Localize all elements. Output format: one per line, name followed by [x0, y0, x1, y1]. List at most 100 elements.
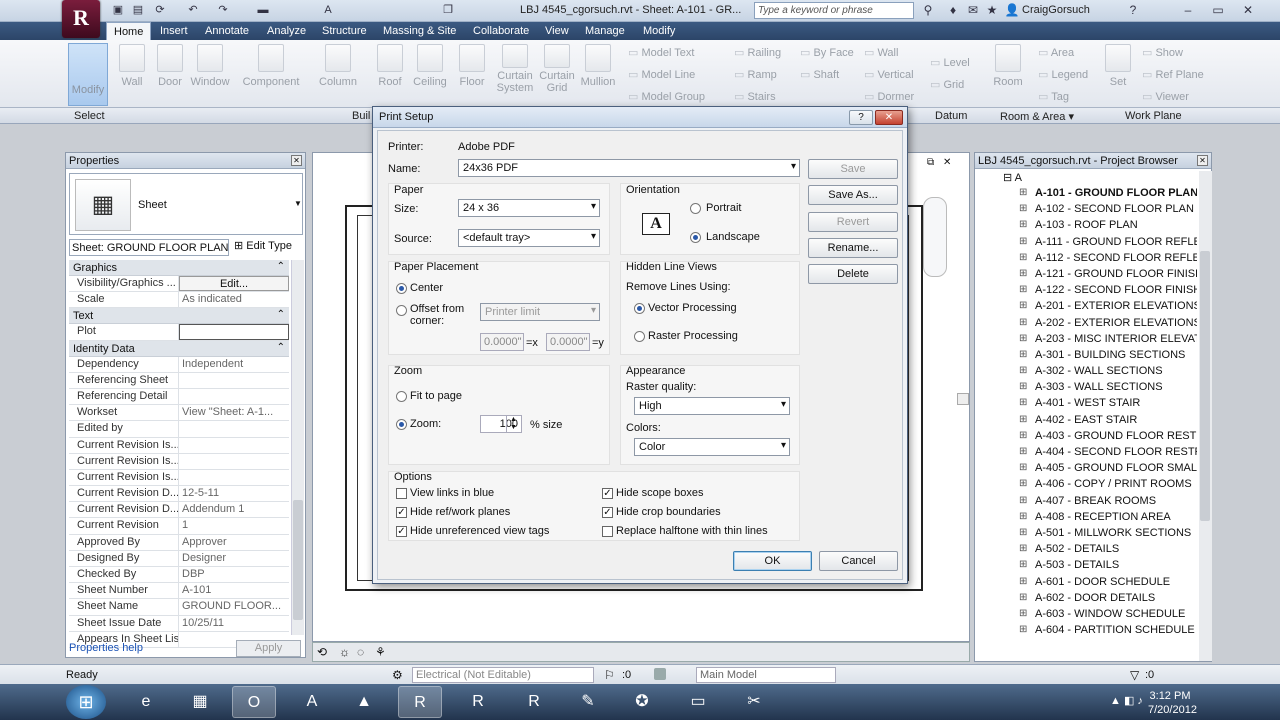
panel-select[interactable]: Select	[74, 110, 105, 122]
revit-structure-icon[interactable]: R	[456, 686, 500, 718]
property-value[interactable]	[179, 421, 289, 436]
property-value[interactable]: 12-5-11	[179, 486, 289, 501]
property-row[interactable]: Sheet Name GROUND FLOOR...	[69, 599, 289, 616]
property-value[interactable]	[179, 373, 289, 388]
editing-requests-icon[interactable]: ⚐	[604, 668, 615, 682]
grid-button[interactable]: Grid	[930, 78, 964, 91]
property-row[interactable]: Sheet Number A-101	[69, 583, 289, 600]
property-row[interactable]: Plot	[69, 324, 289, 341]
dialog-close-button[interactable]: ✕	[875, 110, 903, 125]
curtain-grid-button[interactable]: Curtain Grid	[536, 44, 578, 94]
option-label[interactable]: Hide scope boxes	[616, 487, 703, 499]
property-value[interactable]	[179, 324, 289, 340]
panel-work-plane[interactable]: Work Plane	[1125, 110, 1182, 122]
property-row[interactable]: Referencing Sheet	[69, 372, 289, 389]
properties-scrollbar[interactable]	[291, 260, 304, 635]
view-control-bar[interactable]: ⟲ ☼ ◌ ⚘	[312, 642, 970, 662]
system-tray[interactable]: ▲ ◧ ♪	[1110, 694, 1143, 707]
group-graphics[interactable]: Graphics	[69, 260, 289, 276]
option-checkbox[interactable]	[396, 488, 407, 499]
panel-build[interactable]: Buil	[352, 110, 370, 122]
tab-modify[interactable]: Modify	[636, 22, 682, 40]
sheet-list-item[interactable]: A-604 - PARTITION SCHEDULE	[975, 624, 1197, 640]
active-workset-dropdown[interactable]: Electrical (Not Editable)	[412, 667, 594, 683]
viewer-button[interactable]: Viewer	[1142, 90, 1188, 103]
option-label[interactable]: Replace halftone with thin lines	[616, 525, 768, 537]
property-value[interactable]: 10/25/11	[179, 616, 289, 631]
dialog-title-bar[interactable]: Print Setup ? ✕	[373, 107, 907, 128]
property-value[interactable]: Edit...	[179, 276, 289, 292]
raster-quality-dropdown[interactable]: High	[634, 397, 790, 415]
chevron-down-icon[interactable]: ▼	[294, 199, 302, 208]
sheet-list-item[interactable]: A-303 - WALL SECTIONS	[975, 381, 1197, 397]
zoom-radio[interactable]	[396, 419, 407, 430]
sheet-list-item[interactable]: A-407 - BREAK ROOMS	[975, 495, 1197, 511]
property-row[interactable]: Current Revision Is...	[69, 453, 289, 470]
sheet-list-item[interactable]: A-402 - EAST STAIR	[975, 414, 1197, 430]
dormer-button[interactable]: Dormer	[864, 90, 914, 103]
floor-button[interactable]: Floor	[452, 44, 492, 88]
sheet-list-item[interactable]: A-404 - SECOND FLOOR RESTRO	[975, 446, 1197, 462]
group-identity-data[interactable]: Identity Data	[69, 340, 289, 357]
name-dropdown[interactable]: 24x36 PDF	[458, 159, 800, 177]
notepad-icon[interactable]: ▭	[676, 686, 720, 718]
offset-dropdown[interactable]: Printer limit	[480, 303, 600, 321]
offset-y-input[interactable]: 0.0000"	[546, 333, 590, 351]
property-row[interactable]: Current Revision D... 12-5-11	[69, 486, 289, 503]
property-value[interactable]	[179, 454, 289, 469]
undo-icon[interactable]: ↶	[185, 3, 201, 18]
door-button[interactable]: Door	[150, 44, 190, 88]
vector-processing-label[interactable]: Vector Processing	[648, 302, 737, 314]
text-icon[interactable]: A	[320, 3, 336, 18]
save-icon[interactable]: ▤	[130, 3, 146, 18]
paint-icon[interactable]: ✎	[566, 686, 610, 718]
tab-insert[interactable]: Insert	[153, 22, 195, 40]
sun-path-icon[interactable]: ☼	[339, 645, 350, 659]
option-label[interactable]: Hide ref/work planes	[410, 506, 510, 518]
wall-button[interactable]: Wall	[112, 44, 152, 88]
tab-manage[interactable]: Manage	[578, 22, 632, 40]
shadows-icon[interactable]: ◌	[357, 645, 364, 659]
property-value[interactable]: 1	[179, 518, 289, 533]
autocad-icon[interactable]: A	[290, 686, 334, 718]
tag-button[interactable]: Tag	[1038, 90, 1069, 103]
area-button[interactable]: Area	[1038, 46, 1074, 59]
property-value[interactable]: As indicated	[179, 292, 289, 307]
visual-style-icon[interactable]: ⟲	[317, 645, 327, 659]
model-line-button[interactable]: Model Line	[628, 68, 695, 81]
option-checkbox[interactable]: ✓	[396, 526, 407, 537]
delete-button[interactable]: Delete	[808, 264, 898, 284]
scroll-thumb[interactable]	[957, 393, 969, 405]
sheet-list-item[interactable]: A-408 - RECEPTION AREA	[975, 511, 1197, 527]
property-value[interactable]	[179, 438, 289, 453]
paper-size-dropdown[interactable]: 24 x 36	[458, 199, 600, 217]
sheet-list-item[interactable]: A-112 - SECOND FLOOR REFLECT	[975, 252, 1197, 268]
scroll-thumb[interactable]	[293, 500, 303, 620]
property-row[interactable]: Current Revision Is...	[69, 469, 289, 487]
sheet-list-item[interactable]: A-406 - COPY / PRINT ROOMS	[975, 478, 1197, 494]
sheet-list-item[interactable]: A-603 - WINDOW SCHEDULE	[975, 608, 1197, 624]
restore-icon[interactable]: ⧉	[927, 157, 934, 168]
application-menu-button[interactable]: R	[62, 0, 100, 38]
property-value[interactable]: Addendum 1	[179, 502, 289, 517]
model-text-button[interactable]: Model Text	[628, 46, 694, 59]
properties-help-link[interactable]: Properties help	[69, 642, 143, 654]
tree-node-a[interactable]: ⊟ A	[975, 171, 1197, 187]
option-label[interactable]: Hide crop boundaries	[616, 506, 721, 518]
sheet-list-item[interactable]: A-101 - GROUND FLOOR PLAN	[975, 187, 1197, 203]
option-label[interactable]: Hide unreferenced view tags	[410, 525, 549, 537]
landscape-radio[interactable]	[690, 232, 701, 243]
close-icon[interactable]: ✕	[1240, 3, 1256, 18]
apply-button[interactable]: Apply	[236, 640, 301, 657]
design-options-icon[interactable]	[654, 668, 666, 680]
fit-to-page-label[interactable]: Fit to page	[410, 390, 462, 402]
modify-button[interactable]: Modify	[68, 43, 108, 106]
stairs-button[interactable]: Stairs	[734, 90, 775, 103]
sheet-list-item[interactable]: A-502 - DETAILS	[975, 543, 1197, 559]
close-icon[interactable]: ✕	[943, 157, 951, 168]
outlook-icon[interactable]: O	[232, 686, 276, 718]
open-icon[interactable]: ▣	[110, 3, 126, 18]
option-checkbox[interactable]: ✓	[602, 488, 613, 499]
sheet-list-item[interactable]: A-302 - WALL SECTIONS	[975, 365, 1197, 381]
cancel-button[interactable]: Cancel	[819, 551, 898, 571]
